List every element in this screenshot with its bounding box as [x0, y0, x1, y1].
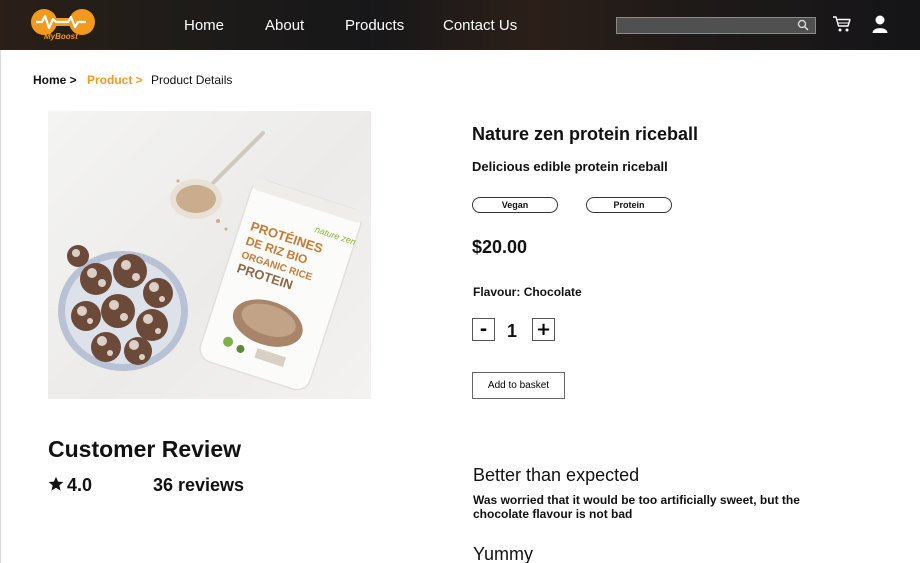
review-count[interactable]: 36 reviews [153, 475, 244, 496]
breadcrumb-product[interactable]: Product > [87, 73, 143, 87]
product-photo-illustration: nature zen PROTÉINES DE RIZ BIO ORGANIC … [58, 131, 364, 391]
nav-about[interactable]: About [265, 17, 304, 34]
breadcrumb-home[interactable]: Home > [33, 73, 77, 87]
nav-home[interactable]: Home [184, 17, 224, 34]
flavour-line: Flavour: Chocolate [473, 285, 582, 299]
search-icon[interactable] [797, 19, 809, 31]
review-title: Better than expected [473, 465, 640, 485]
review-body: Was worried that it would be too artific… [473, 493, 800, 521]
product-image: nature zen PROTÉINES DE RIZ BIO ORGANIC … [48, 111, 371, 399]
cart-icon[interactable] [832, 15, 852, 33]
search-box [616, 17, 816, 36]
star-icon [48, 476, 64, 491]
review-title: Yummy [473, 544, 534, 563]
nav-contact-us[interactable]: Contact Us [443, 17, 517, 34]
flavour-label: Flavour: [473, 285, 521, 299]
tag-vegan: Vegan [472, 197, 558, 213]
nav-products[interactable]: Products [345, 17, 404, 34]
user-icon[interactable] [872, 14, 888, 34]
quantity-decrease-button[interactable]: - [472, 318, 495, 341]
rating-value: 4.0 [67, 475, 93, 495]
brand-logo-text: MyBoost [44, 32, 78, 41]
product-title: Nature zen protein riceball [472, 124, 699, 144]
product-price: $20.00 [472, 237, 528, 257]
customer-review-heading: Customer Review [48, 436, 242, 462]
flavour-value: Chocolate [523, 285, 582, 299]
tag-protein: Protein [586, 197, 672, 213]
quantity-value: 1 [507, 321, 518, 341]
add-to-basket-button[interactable]: Add to basket [472, 372, 565, 399]
breadcrumb-current: Product Details [151, 73, 233, 87]
quantity-increase-button[interactable]: + [532, 318, 555, 341]
page-left-border [0, 50, 1, 563]
product-subtitle: Delicious edible protein riceball [472, 159, 668, 174]
top-nav-bar: MyBoost Home About Products Contact Us [0, 0, 920, 50]
search-input[interactable] [617, 20, 797, 36]
